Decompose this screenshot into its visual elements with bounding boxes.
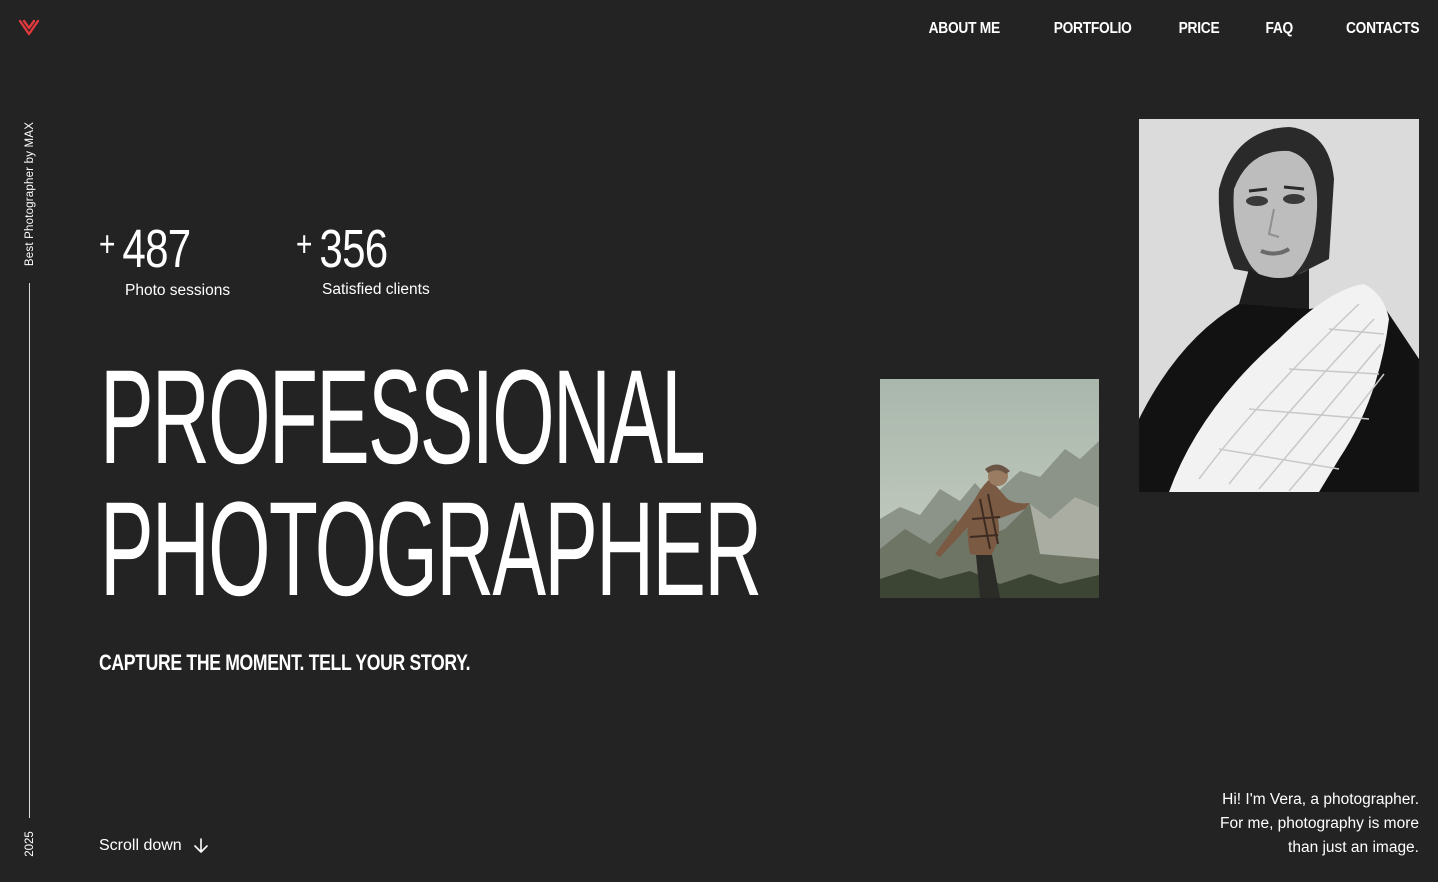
scroll-down-button[interactable]: Scroll down <box>99 837 210 855</box>
logo-icon[interactable] <box>18 18 40 38</box>
intro-line-2: For me, photography is more <box>1219 815 1419 832</box>
stat-photo-sessions: + 487 Photo sessions <box>99 219 230 299</box>
hero-headline-line-1: PROFESSIONAL <box>100 343 706 492</box>
hero-headline: PROFESSIONAL PHOTOGRAPHER <box>100 343 762 624</box>
photo-portrait-woman-image <box>1139 119 1419 492</box>
intro-line-3: than just an image. <box>1288 839 1419 856</box>
hero-headline-line-2: PHOTOGRAPHER <box>100 475 762 624</box>
stat-label: Satisfied clients <box>322 281 430 298</box>
nav-item-price[interactable]: PRICE <box>1179 19 1220 39</box>
photo-mountain-hiker-image <box>880 379 1099 598</box>
hero-tagline: CAPTURE THE MOMENT. TELL YOUR STORY. <box>99 650 471 675</box>
stat-value: 487 <box>122 219 191 279</box>
nav-item-faq[interactable]: FAQ <box>1265 19 1293 39</box>
stat-label: Photo sessions <box>125 282 231 299</box>
arrow-down-icon <box>193 838 208 853</box>
stat-value: 356 <box>319 219 388 279</box>
nav-item-portfolio[interactable]: PORTFOLIO <box>1053 19 1131 39</box>
intro-line-1: Hi! I'm Vera, a photographer. <box>1222 791 1419 808</box>
intro-text: Hi! I'm Vera, a photographer. For me, ph… <box>1220 788 1419 860</box>
main-nav: ABOUT ME PORTFOLIO PRICE FAQ CONTACTS <box>917 19 1419 39</box>
side-divider <box>29 283 30 818</box>
side-year: 2025 <box>24 831 36 857</box>
photo-mountain-hiker[interactable] <box>880 379 1099 598</box>
nav-item-about-me[interactable]: ABOUT ME <box>928 19 1000 39</box>
photo-portrait-woman[interactable] <box>1139 119 1419 492</box>
page: ABOUT ME PORTFOLIO PRICE FAQ CONTACTS Be… <box>0 0 1438 882</box>
side-caption: Best Photographer by MAX <box>24 121 36 267</box>
stat-plus: + <box>296 223 312 264</box>
nav-item-contacts[interactable]: CONTACTS <box>1346 19 1420 39</box>
stat-satisfied-clients: + 356 Satisfied clients <box>296 219 430 298</box>
scroll-down-label: Scroll down <box>99 837 182 854</box>
stat-plus: + <box>99 223 115 264</box>
